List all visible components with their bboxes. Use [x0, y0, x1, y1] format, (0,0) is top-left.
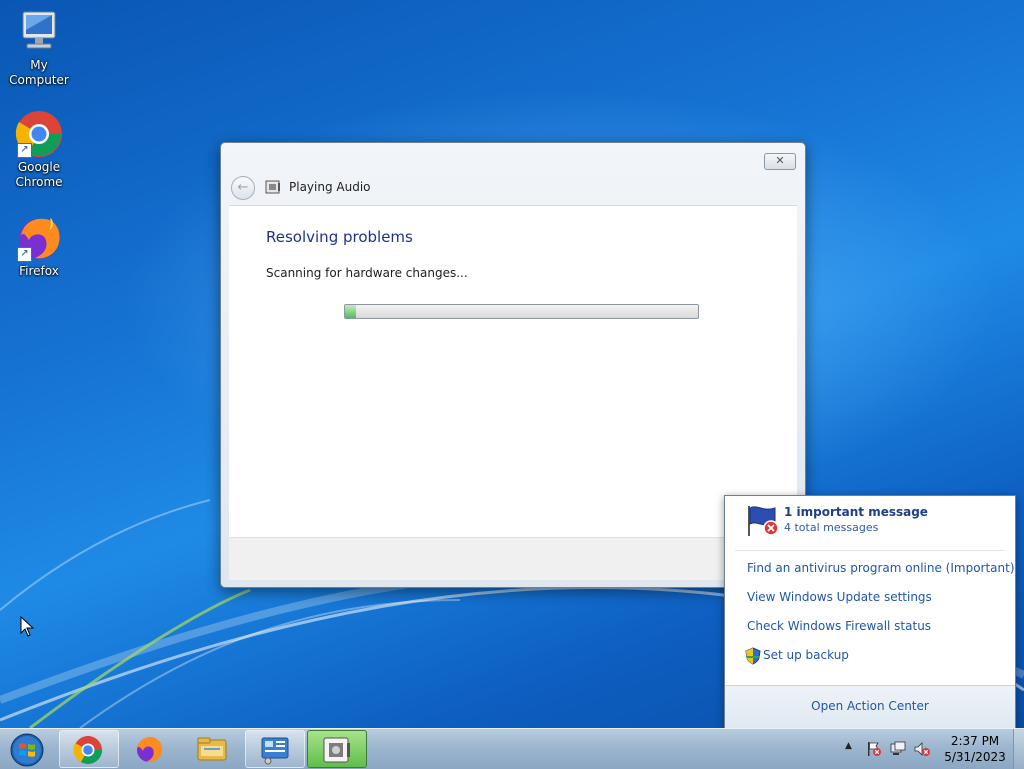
action-center-tray-icon[interactable] — [866, 741, 882, 757]
desktop-icon-label: Firefox — [19, 264, 59, 278]
action-center-flag-icon — [748, 506, 779, 536]
taskbar-chrome-button[interactable] — [59, 730, 119, 768]
file-explorer-icon — [197, 737, 227, 761]
control-panel-icon — [261, 737, 289, 765]
taskbar-control-panel-button[interactable] — [245, 730, 305, 768]
system-tray: ▲ 2:37 PM 5/31/2023 — [840, 729, 1024, 769]
show-desktop-button[interactable] — [1013, 729, 1024, 769]
status-text: Scanning for hardware changes... — [266, 266, 468, 280]
progress-fill — [345, 305, 356, 318]
firefox-icon — [137, 737, 163, 763]
set-up-backup-link[interactable]: Set up backup — [763, 648, 849, 662]
firewall-status-link[interactable]: Check Windows Firewall status — [747, 619, 931, 633]
clock-date[interactable]: 5/31/2023 — [940, 750, 1010, 764]
shortcut-arrow-icon: ↗ — [17, 143, 32, 158]
shortcut-arrow-icon: ↗ — [17, 247, 32, 262]
clock-time[interactable]: 2:37 PM — [940, 734, 1010, 748]
find-antivirus-link[interactable]: Find an antivirus program online (Import… — [747, 561, 1015, 575]
total-messages-link[interactable]: 4 total messages — [784, 521, 878, 534]
close-icon: ✕ — [775, 154, 785, 167]
taskbar: ▲ 2:37 PM 5/31/2023 — [0, 728, 1024, 769]
computer-icon — [22, 11, 56, 49]
desktop-icon-label: My Computer — [9, 58, 69, 87]
volume-muted-icon[interactable] — [914, 741, 930, 757]
desktop-icon-my-computer[interactable]: My Computer — [1, 8, 77, 88]
action-center-summary: 1 important message 4 total messages — [725, 496, 1015, 548]
open-action-center-link[interactable]: Open Action Center — [725, 699, 1015, 713]
taskbar-file-explorer-button[interactable] — [183, 730, 241, 766]
action-center-popup: 1 important message 4 total messages Fin… — [724, 495, 1016, 728]
uac-shield-icon — [745, 647, 761, 665]
start-button[interactable] — [6, 731, 48, 767]
back-button[interactable]: ← — [231, 176, 255, 200]
troubleshooter-dialog: ✕ ← Playing Audio Resolving problems Sca… — [220, 142, 806, 588]
action-center-footer: Open Action Center — [725, 685, 1015, 728]
desktop-icon-label: Google Chrome — [15, 160, 63, 189]
troubleshooter-icon — [323, 737, 350, 763]
troubleshooter-icon — [265, 180, 280, 194]
windows-update-settings-link[interactable]: View Windows Update settings — [747, 590, 932, 604]
divider — [735, 550, 1005, 551]
close-button[interactable]: ✕ — [764, 153, 796, 170]
chrome-icon — [73, 736, 102, 764]
show-hidden-icons-button[interactable]: ▲ — [845, 741, 861, 757]
dialog-title: Playing Audio — [289, 180, 371, 194]
taskbar-firefox-button[interactable] — [121, 730, 179, 766]
dialog-header: ← Playing Audio — [229, 175, 789, 203]
important-message-link[interactable]: 1 important message — [784, 505, 928, 519]
progress-bar — [344, 304, 699, 319]
desktop-icon-google-chrome[interactable]: ↗ Google Chrome — [1, 110, 77, 190]
desktop-icon-firefox[interactable]: ↗ Firefox — [1, 214, 77, 279]
back-arrow-icon: ← — [237, 180, 249, 195]
network-icon[interactable] — [890, 741, 906, 757]
dialog-content: Resolving problems Scanning for hardware… — [229, 205, 797, 538]
taskbar-troubleshooter-button[interactable] — [307, 730, 367, 768]
mouse-cursor-icon — [20, 616, 35, 637]
chevron-up-icon: ▲ — [845, 741, 852, 751]
dialog-footer — [229, 537, 799, 580]
desktop: My Computer ↗ Google Chrome ↗ Firefox ✕ … — [0, 0, 1024, 728]
dialog-heading: Resolving problems — [266, 228, 413, 246]
